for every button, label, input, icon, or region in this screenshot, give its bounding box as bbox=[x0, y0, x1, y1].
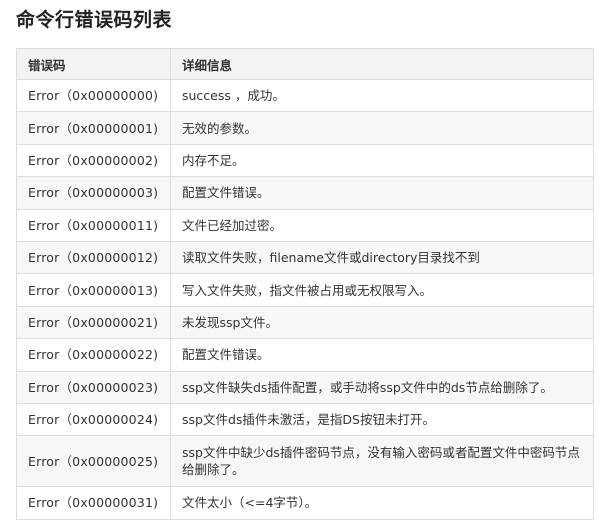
table-row: Error（0x00000025) ssp文件中缺少ds插件密码节点，没有输入密… bbox=[16, 435, 594, 488]
error-code-cell: Error（0x00000031) bbox=[16, 486, 171, 520]
error-code-cell: Error（0x00000003) bbox=[16, 176, 171, 210]
header-row: 错误码 详细信息 bbox=[16, 48, 594, 80]
table-header: 错误码 详细信息 bbox=[16, 48, 594, 80]
table-row: Error（0x00000021) 未发现ssp文件。 bbox=[16, 305, 594, 340]
error-desc-cell: success ，成功。 bbox=[170, 78, 594, 113]
error-desc-cell: 文件太小（<=4字节）。 bbox=[170, 486, 594, 520]
table-row: Error（0x00000013) 写入文件失败，指文件被占用或无权限写入。 bbox=[16, 273, 594, 307]
error-code-cell: Error（0x00000000) bbox=[16, 78, 171, 113]
error-desc-cell: 写入文件失败，指文件被占用或无权限写入。 bbox=[170, 273, 594, 307]
table-row: Error（0x00000011) 文件已经加过密。 bbox=[16, 208, 594, 242]
error-desc-cell: 读取文件失败，filename文件或directory目录找不到 bbox=[170, 240, 594, 275]
error-code-cell: Error（0x00000021) bbox=[16, 305, 171, 340]
table-row: Error（0x00000024) ssp文件ds插件未激活，是指DS按钮未打开… bbox=[16, 402, 594, 437]
table-row: Error（0x00000012) 读取文件失败，filename文件或dire… bbox=[16, 240, 594, 275]
page-title: 命令行错误码列表 bbox=[16, 9, 173, 31]
table-row: Error（0x00000001) 无效的参数。 bbox=[16, 111, 594, 145]
error-code-cell: Error（0x00000002) bbox=[16, 143, 171, 178]
error-code-cell: Error（0x00000022) bbox=[16, 338, 171, 372]
header-error-code: 错误码 bbox=[16, 48, 171, 80]
table-row: Error（0x00000022) 配置文件错误。 bbox=[16, 338, 594, 372]
error-desc-cell: ssp文件中缺少ds插件密码节点，没有输入密码或者配置文件中密码节点给删除了。 bbox=[170, 435, 594, 488]
error-code-cell: Error（0x00000001) bbox=[16, 111, 171, 145]
table-row: Error（0x00000031) 文件太小（<=4字节）。 bbox=[16, 486, 594, 520]
error-code-cell: Error（0x00000025) bbox=[16, 435, 171, 488]
error-code-cell: Error（0x00000013) bbox=[16, 273, 171, 307]
error-desc-cell: 无效的参数。 bbox=[170, 111, 594, 145]
table-row: Error（0x00000003) 配置文件错误。 bbox=[16, 176, 594, 210]
error-code-cell: Error（0x00000023) bbox=[16, 370, 171, 404]
table-row: Error（0x00000002) 内存不足。 bbox=[16, 143, 594, 178]
error-desc-cell: 配置文件错误。 bbox=[170, 338, 594, 372]
table-row: Error（0x00000000) success ，成功。 bbox=[16, 78, 594, 113]
table-body: Error（0x00000000) success ，成功。 Error（0x0… bbox=[16, 78, 594, 520]
error-code-cell: Error（0x00000024) bbox=[16, 402, 171, 437]
header-details: 详细信息 bbox=[170, 48, 594, 80]
error-desc-cell: ssp文件缺失ds插件配置，或手动将ssp文件中的ds节点给删除了。 bbox=[170, 370, 594, 404]
error-desc-cell: 未发现ssp文件。 bbox=[170, 305, 594, 340]
error-code-table-container: 错误码 详细信息 Error（0x00000000) success ，成功。 … bbox=[16, 48, 594, 520]
error-desc-cell: 配置文件错误。 bbox=[170, 176, 594, 210]
error-desc-cell: 文件已经加过密。 bbox=[170, 208, 594, 242]
error-code-table: 错误码 详细信息 Error（0x00000000) success ，成功。 … bbox=[16, 48, 594, 520]
table-row: Error（0x00000023) ssp文件缺失ds插件配置，或手动将ssp文… bbox=[16, 370, 594, 404]
error-desc-cell: ssp文件ds插件未激活，是指DS按钮未打开。 bbox=[170, 402, 594, 437]
error-code-cell: Error（0x00000012) bbox=[16, 240, 171, 275]
error-code-cell: Error（0x00000011) bbox=[16, 208, 171, 242]
error-desc-cell: 内存不足。 bbox=[170, 143, 594, 178]
